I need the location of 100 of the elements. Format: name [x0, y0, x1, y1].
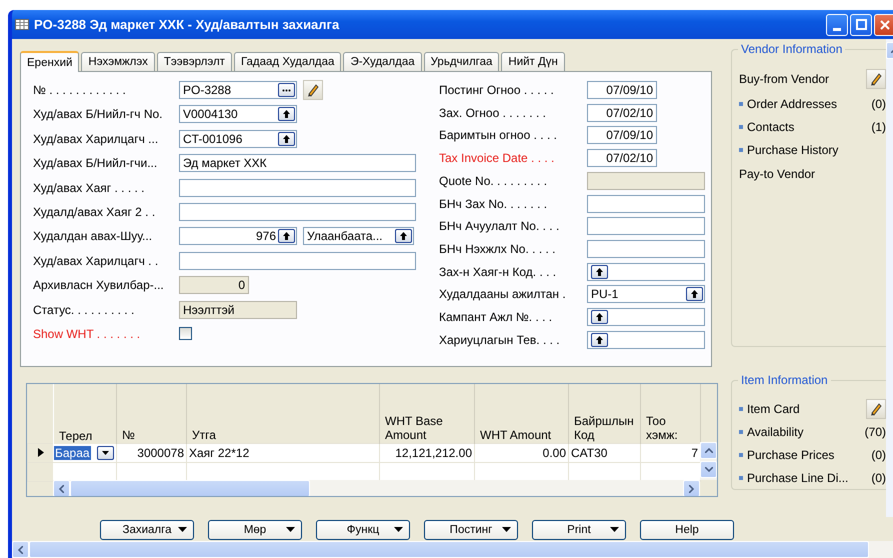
side-link[interactable]: Purchase Prices	[747, 448, 834, 462]
close-button[interactable]	[874, 14, 893, 36]
input-field[interactable]: PO-3288	[179, 81, 297, 99]
tab[interactable]: Тээвэрлэлт	[156, 52, 232, 71]
column-header: Тоо хэмж:	[640, 384, 700, 444]
edit-button[interactable]	[866, 398, 886, 418]
group-title: Item Information	[738, 373, 831, 387]
lookup-button[interactable]	[278, 132, 295, 146]
checkbox[interactable]	[179, 327, 192, 340]
date-field[interactable]: 07/02/10	[587, 104, 657, 122]
lookup-button[interactable]	[395, 229, 412, 244]
window-title: PO-3288 Эд маркет ХХК - Худ/авалтын захиалга	[34, 17, 340, 32]
input-field[interactable]	[587, 262, 705, 281]
field-label: Show WHT . . . . . . .	[33, 326, 142, 341]
left-chevron-icon	[18, 546, 23, 554]
field-label: Худалдан авах-Шуу...	[33, 229, 154, 244]
field-label: Постинг Огноо . . . . .	[439, 83, 555, 97]
table-cell: 7	[691, 446, 698, 460]
date-field[interactable]: 07/02/10	[587, 149, 657, 168]
table-cell: 3000078	[137, 446, 184, 460]
input-field[interactable]: Улаанбаата...	[303, 227, 414, 246]
action-button[interactable]: Постинг	[424, 520, 518, 540]
action-button[interactable]: Функц	[316, 520, 410, 540]
column-header: WHT Amount	[474, 384, 568, 444]
field-label: Quote No. . . . . . . . .	[439, 174, 548, 188]
vertical-scrollbar[interactable]	[700, 442, 717, 480]
table-cell: Хаяг 22*12	[189, 446, 250, 460]
input-field[interactable]: V0004130	[179, 105, 297, 124]
caret-icon	[102, 450, 109, 454]
lookup-button[interactable]	[591, 332, 608, 347]
tab[interactable]: Нэхэмжлэх	[81, 52, 155, 71]
side-link[interactable]: Purchase Line Di...	[747, 470, 848, 484]
pencil-icon	[306, 83, 320, 97]
input-field[interactable]	[587, 330, 705, 349]
input-field[interactable]: Эд маркет ХХК	[179, 154, 416, 172]
date-field[interactable]: 07/09/10	[587, 81, 657, 99]
up-arrow-icon	[596, 313, 603, 322]
field-label: Худалд/авах Хаяг 2 . .	[33, 204, 156, 219]
field-label: Баримтын огноо . . . .	[439, 128, 558, 142]
tab[interactable]: Гадаад Худалдаа	[234, 52, 342, 71]
up-arrow-icon	[283, 134, 290, 143]
horizontal-scrollbar[interactable]	[12, 541, 893, 558]
table-cell: 0.00	[542, 446, 566, 460]
side-link[interactable]: Availability	[747, 424, 804, 438]
up-arrow-icon	[596, 336, 603, 344]
table-cell[interactable]: Бараа	[54, 446, 91, 460]
table-cell: CAT30	[571, 446, 608, 460]
input-field[interactable]: 976	[179, 227, 297, 246]
input-field[interactable]: PU-1	[587, 285, 705, 304]
count-label: (0)	[871, 96, 886, 110]
side-link[interactable]: Item Card	[747, 402, 800, 416]
input-field[interactable]	[179, 178, 416, 197]
input-field[interactable]	[587, 194, 705, 213]
tab[interactable]: Нийт Дүн	[501, 52, 565, 71]
pencil-icon	[869, 402, 883, 416]
edit-button[interactable]	[303, 80, 323, 100]
side-link[interactable]: Purchase History	[747, 142, 838, 156]
bullet-icon	[739, 148, 743, 152]
side-link[interactable]: Contacts	[747, 120, 794, 134]
input-field[interactable]	[587, 308, 705, 326]
tab[interactable]: Еренхий	[20, 51, 80, 72]
column-header: №	[116, 384, 186, 444]
input-field[interactable]	[179, 202, 416, 221]
side-heading: Buy-from Vendor	[739, 72, 830, 86]
column-header: Утга	[186, 384, 380, 444]
action-button[interactable]: Print	[532, 520, 626, 540]
maximize-button[interactable]	[850, 14, 872, 36]
tab[interactable]: Урьдчилгаа	[424, 52, 500, 71]
side-heading: Pay-to Vendor	[739, 167, 816, 181]
input-field[interactable]	[587, 217, 705, 236]
side-link[interactable]: Order Addresses	[747, 96, 838, 110]
date-field[interactable]: 07/09/10	[587, 126, 657, 144]
action-button[interactable]: Мөр	[208, 520, 302, 540]
lookup-button[interactable]	[278, 229, 295, 244]
dropdown-button[interactable]	[96, 446, 114, 460]
ellipsis-icon	[282, 88, 291, 92]
edit-button[interactable]	[866, 69, 886, 89]
count-label: (0)	[871, 448, 886, 462]
bullet-icon	[739, 430, 743, 434]
lookup-button[interactable]	[686, 287, 703, 302]
lookup-button[interactable]	[278, 107, 295, 122]
input-field[interactable]	[179, 252, 416, 270]
tab[interactable]: Э-Худалдаа	[343, 52, 422, 71]
action-button[interactable]: Help	[640, 520, 734, 540]
field-label: Зах. Огноо . . . . . . .	[439, 106, 547, 120]
right-chevron-icon	[689, 484, 694, 492]
lookup-button[interactable]	[591, 310, 608, 324]
field-label: БНч Ачуулалт No. . . .	[439, 219, 560, 234]
field-label: Tax Invoice Date . . . .	[439, 151, 556, 166]
action-button[interactable]: Захиалга	[100, 520, 194, 540]
horizontal-scrollbar[interactable]	[53, 480, 700, 496]
close-icon	[880, 20, 890, 30]
lookup-button[interactable]	[591, 264, 608, 279]
input-field[interactable]	[587, 240, 705, 258]
field-label: Архивласн Хувилбар-...	[33, 278, 165, 292]
assist-button[interactable]	[278, 83, 295, 97]
minimize-button[interactable]	[826, 14, 848, 36]
input-field[interactable]: CT-001096	[179, 130, 297, 148]
bullet-icon	[739, 406, 743, 410]
up-arrow-icon	[691, 290, 698, 298]
